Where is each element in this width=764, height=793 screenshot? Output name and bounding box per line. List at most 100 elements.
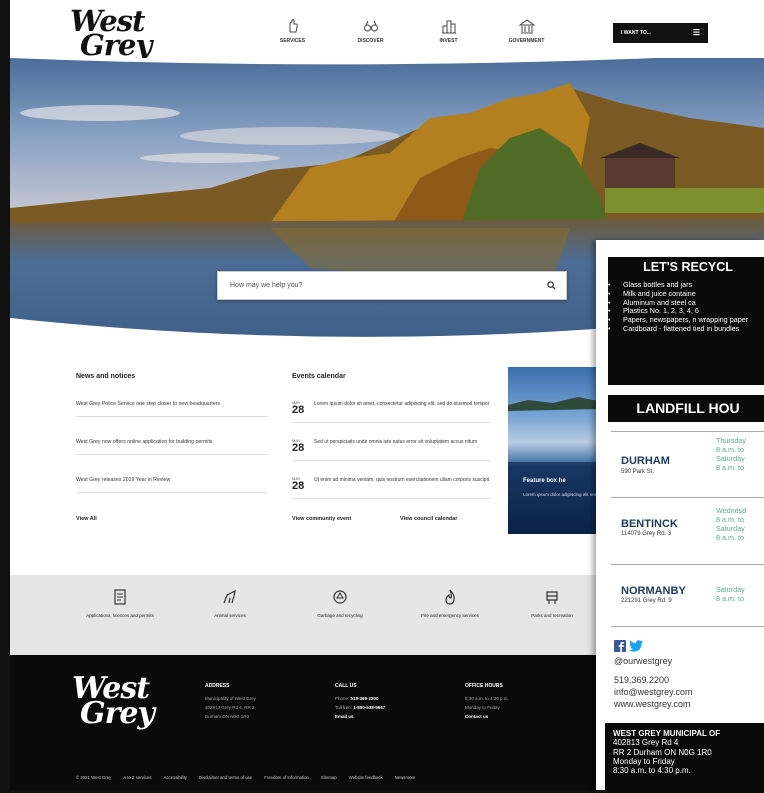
twitter-icon[interactable] xyxy=(629,640,643,652)
hand-icon xyxy=(289,19,298,33)
i-want-to-button[interactable]: I WANT TO... ☰ xyxy=(613,23,708,43)
recycle-title: LET'S RECYCL xyxy=(643,260,733,274)
hours-line: 8 a.m. to xyxy=(716,463,744,472)
site-logo[interactable]: West Grey xyxy=(70,7,152,62)
hours-line: Saturday xyxy=(716,454,745,463)
event-item[interactable]: MAY 28 Sed ut perspiciatis unde omnis ist… xyxy=(292,439,490,461)
footer-logo[interactable]: West Grey xyxy=(72,674,155,731)
footer-address-line: Durham ON N0G 1R0 xyxy=(205,714,250,719)
footer-address: ADDRESS Municipality of West Grey 402813… xyxy=(205,681,256,721)
nav-government[interactable]: GOVERNMENT xyxy=(489,18,564,44)
nav-discover[interactable]: DISCOVER xyxy=(333,18,408,44)
feature-title: Feature box he xyxy=(523,478,566,484)
site-address: 114079 Grey Rd. 3 xyxy=(621,531,672,537)
hours-line: Saturday xyxy=(716,524,745,533)
search-icon[interactable] xyxy=(547,281,556,290)
site-hours: Wednesd 8 a.m. to Saturday 8 a.m. to xyxy=(716,506,746,542)
search-placeholder: How may we help you? xyxy=(230,282,303,289)
municipal-office-box: WEST GREY MUNICIPAL OF 402813 Grey Rd 4 … xyxy=(605,723,764,793)
facebook-icon[interactable] xyxy=(614,640,626,652)
footer-hours-heading: OFFICE HOURS xyxy=(465,683,503,689)
logo-line-2: Grey xyxy=(80,27,152,62)
parks-icon xyxy=(546,591,558,604)
nav-government-label: GOVERNMENT xyxy=(508,38,545,44)
event-day: 28 xyxy=(292,480,305,492)
recycle-item: Cardboard - flattened tied in bundles xyxy=(608,325,748,333)
events-heading: Events calendar xyxy=(292,373,346,380)
quicklink-animal[interactable]: Animal services xyxy=(185,589,275,620)
landfill-site-durham: DURHAM 590 Park St. Thursday 8 a.m. to S… xyxy=(611,431,764,498)
event-title: Sed ut perspiciatis unde omnis iste natu… xyxy=(314,439,478,445)
event-title: Ut enim ad minima veniam, quis nostrum e… xyxy=(314,477,490,483)
footer-link[interactable]: A to Z services xyxy=(123,775,151,780)
site-name: BENTINCK xyxy=(621,518,678,530)
quicklink-label: Fire and emergency services xyxy=(421,613,479,618)
office-title: WEST GREY MUNICIPAL OF xyxy=(613,729,721,738)
quicklink-garbage[interactable]: Garbage and recycling xyxy=(295,589,385,620)
event-date: MAY 28 xyxy=(292,401,314,416)
nav-services[interactable]: SERVICES xyxy=(255,18,330,44)
main-nav: SERVICES DISCOVER INVEST GOVERNMENT xyxy=(255,18,567,44)
recycle-item: Papers, newspapers, n wrapping paper xyxy=(608,316,748,324)
town-hall-icon xyxy=(518,19,535,34)
menu-icon: ☰ xyxy=(692,28,700,37)
email-us-link[interactable]: Email us xyxy=(335,714,354,719)
footer-hours-line: Monday to Friday xyxy=(465,705,500,710)
site-address: 590 Park St. xyxy=(621,469,655,475)
feature-text: Lorem ipsum dolor adipiscing elit nec xyxy=(523,492,598,497)
event-item[interactable]: MAY 28 Ut enim ad minima veniam, quis nos… xyxy=(292,477,490,499)
landfill-title: LANDFILL HOU xyxy=(608,395,764,422)
document-icon xyxy=(114,589,126,605)
city-icon xyxy=(441,20,456,34)
tollfree-label: Toll free: xyxy=(335,705,354,710)
quicklink-applications[interactable]: Applications, licences and permits xyxy=(75,589,165,620)
footer-call-heading: CALL US xyxy=(335,683,357,689)
view-community-event-link[interactable]: View community event xyxy=(292,516,351,522)
news-item[interactable]: West Grey now offers online application … xyxy=(76,439,268,456)
event-date: MAY 28 xyxy=(292,439,314,454)
footer-link[interactable]: Sitemap xyxy=(321,775,337,780)
flyer-email: info@westgrey.com xyxy=(614,687,693,697)
event-day: 28 xyxy=(292,404,305,416)
hours-line: 8 a.m. to xyxy=(716,594,744,603)
news-item[interactable]: West Grey releases 2019 Year in Review xyxy=(76,477,268,494)
footer-address-line: Municipality of West Grey xyxy=(205,696,256,701)
event-item[interactable]: MAY 28 Lorem ipsum dolor sit amet, consec… xyxy=(292,401,490,423)
office-line: 8:30 a.m. to 4:30 p.m. xyxy=(613,766,691,776)
quicklink-fire[interactable]: Fire and emergency services xyxy=(405,589,495,620)
quicklink-label: Animal services xyxy=(214,613,246,618)
quicklink-parks[interactable]: Parks and recreation xyxy=(507,589,597,620)
site-name: DURHAM xyxy=(621,455,670,467)
news-view-all-link[interactable]: View All xyxy=(76,516,97,522)
hours-line: Saturday xyxy=(716,585,745,594)
footer-link[interactable]: Disclaimer and terms of use xyxy=(199,775,252,780)
landfill-site-bentinck: BENTINCK 114079 Grey Rd. 3 Wednesd 8 a.m… xyxy=(611,497,764,564)
site-hours: Thursday 8 a.m. to Saturday 8 a.m. to xyxy=(716,436,746,472)
nav-invest-label: INVEST xyxy=(439,38,458,44)
animal-icon xyxy=(223,589,236,604)
footer-tollfree: Toll free: 1-800-538-9647 xyxy=(335,703,385,712)
footer-link[interactable]: Accessibility xyxy=(164,775,187,780)
phone-number[interactable]: 519-369-2200 xyxy=(351,696,379,701)
search-box[interactable]: How may we help you? xyxy=(217,271,567,300)
i-want-to-label: I WANT TO... xyxy=(621,30,651,36)
footer-link[interactable]: Website feedback xyxy=(349,775,383,780)
feature-box[interactable]: Feature box he Lorem ipsum dolor adipisc… xyxy=(508,367,598,534)
logo-line-2: Grey xyxy=(80,695,155,731)
nav-discover-label: DISCOVER xyxy=(357,38,384,44)
copyright: © 2021 West Grey xyxy=(76,775,112,780)
office-line: RR 2 Durham ON N0G 1R0 xyxy=(613,747,712,757)
tollfree-number[interactable]: 1-800-538-9647 xyxy=(353,705,385,710)
contact-us-link[interactable]: Contact us xyxy=(465,714,488,719)
office-line: 402813 Grey Rd 4 xyxy=(613,738,679,748)
view-council-calendar-link[interactable]: View council calendar xyxy=(400,516,457,522)
nav-invest[interactable]: INVEST xyxy=(411,18,486,44)
footer-link[interactable]: Newsroom xyxy=(395,775,416,780)
recycle-item: Glass bottles and jars xyxy=(608,281,748,289)
footer-link[interactable]: Freedom of Information xyxy=(264,775,309,780)
footer-call: CALL US Phone: 519-369-2200 Toll free: 1… xyxy=(335,681,385,721)
hours-line: 8 a.m. to xyxy=(716,533,744,542)
news-item[interactable]: West Grey Police Service one step closer… xyxy=(76,401,268,418)
recycle-item: Plastics No. 1, 2, 3, 4, 6 xyxy=(608,307,748,315)
nav-services-label: SERVICES xyxy=(279,38,306,44)
